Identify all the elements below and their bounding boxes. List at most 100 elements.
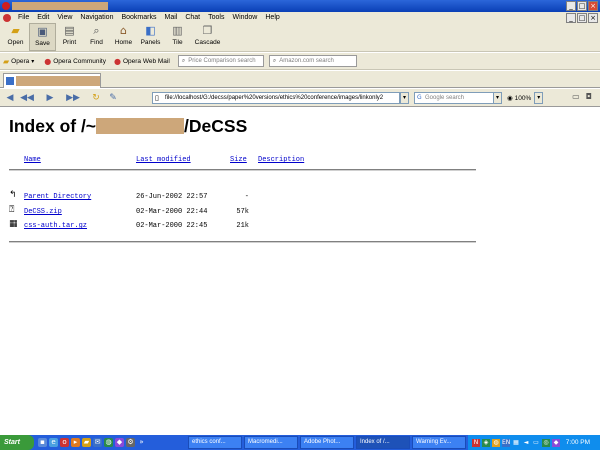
print-button[interactable]: ▤ Print <box>56 23 83 51</box>
open-button[interactable]: ▰ Open <box>2 23 29 51</box>
fast-forward-icon[interactable]: ▶▶ <box>66 91 80 105</box>
shield-icon[interactable]: ◈ <box>482 438 490 447</box>
monitor-icon[interactable]: ▭ <box>532 439 540 447</box>
camera-icon[interactable]: ◘ <box>586 92 592 101</box>
magnifier-icon: ⌕ <box>93 24 100 37</box>
page-icon <box>6 77 14 85</box>
menu-tools[interactable]: Tools <box>204 12 228 23</box>
display-mode-icon[interactable]: ▭ <box>572 92 580 101</box>
rewind-icon[interactable]: ◀◀ <box>20 91 34 105</box>
zoom-dropdown[interactable]: ▾ <box>534 92 544 104</box>
tile-icon: ▥ <box>172 24 183 37</box>
task-ethics-conf[interactable]: ethics conf... <box>188 436 242 449</box>
zoom-control[interactable]: ◉ 100% ▾ <box>507 92 544 104</box>
opera-webmail-link[interactable]: ● Opera Web Mail <box>114 57 170 66</box>
language-icon[interactable]: EN <box>502 438 510 447</box>
desktop-icon[interactable]: ▪ <box>38 438 47 447</box>
folder-open-icon: ▰ <box>11 24 20 37</box>
find-button[interactable]: ⌕ Find <box>83 23 110 51</box>
menu-edit[interactable]: Edit <box>33 12 53 23</box>
panels-button[interactable]: ◧ Panels <box>137 23 164 51</box>
personal-bar: ▰ Opera ▾ ● Opera Community ● Opera Web … <box>0 53 600 70</box>
unknown-file-icon[interactable]: ⍰ <box>9 205 19 216</box>
panels-icon: ◧ <box>145 24 156 37</box>
explorer-icon[interactable]: e <box>49 438 58 447</box>
file-link[interactable]: css-auth.tar.gz <box>24 222 87 230</box>
menu-window[interactable]: Window <box>228 12 261 23</box>
folder-icon[interactable]: ▰ <box>82 438 91 447</box>
home-button[interactable]: ⌂ Home <box>110 23 137 51</box>
search-engine-dropdown[interactable]: ▾ <box>493 92 502 104</box>
opera-icon[interactable]: o <box>60 438 69 447</box>
task-adobe-photoshop[interactable]: Adobe Phot... <box>300 436 354 449</box>
document-menu-icon[interactable] <box>3 13 11 22</box>
app-icon[interactable]: ◆ <box>115 438 124 447</box>
redacted-tab-title <box>16 76 100 86</box>
media-icon[interactable]: ▸ <box>71 438 80 447</box>
url-dropdown-button[interactable]: ▾ <box>400 92 409 104</box>
back-icon[interactable]: ◀ <box>3 91 17 105</box>
column-description-link[interactable]: Description <box>258 156 304 164</box>
opera-community-link[interactable]: ● Opera Community <box>44 57 106 66</box>
menu-bookmarks[interactable]: Bookmarks <box>117 12 160 23</box>
menu-chat[interactable]: Chat <box>181 12 204 23</box>
maximize-button[interactable]: □ <box>577 1 587 11</box>
back-arrow-icon[interactable]: ↰ <box>9 190 19 201</box>
cascade-icon: ❐ <box>202 24 213 37</box>
taskbar-clock: 7:00 PM <box>565 439 590 446</box>
menu-navigation[interactable]: Navigation <box>76 12 117 23</box>
url-input[interactable]: ▯ file://localhost/G:/decss/paper%20vers… <box>152 92 400 104</box>
cascade-button[interactable]: ❐ Cascade <box>191 23 224 51</box>
connection-icon[interactable]: ▦ <box>512 439 520 447</box>
menu-bar: File Edit View Navigation Bookmarks Mail… <box>0 12 600 23</box>
opera-bookmark[interactable]: ▰ Opera ▾ <box>3 57 36 66</box>
task-warning-event[interactable]: Warning Ev... <box>412 436 466 449</box>
archive-file-icon[interactable]: ▦ <box>9 219 19 230</box>
price-comparison-search[interactable]: ⌕ Price Comparison search <box>177 55 264 67</box>
task-index-of[interactable]: Index of /... <box>356 436 410 449</box>
tab-current-page[interactable] <box>3 73 101 88</box>
column-name-link[interactable]: Name <box>24 156 41 164</box>
page-title: Index of /~/DeCSS <box>9 116 248 136</box>
task-buttons: ethics conf... Macromedi... Adobe Phot..… <box>188 436 466 449</box>
save-button[interactable]: ▣ Save <box>29 23 56 51</box>
security-icon[interactable]: ◆ <box>552 438 560 447</box>
settings-icon[interactable]: ⚙ <box>126 438 135 447</box>
column-last-modified-link[interactable]: Last modified <box>136 156 191 164</box>
window-titlebar[interactable]: _ □ × <box>0 0 600 12</box>
volume-icon[interactable]: ◄ <box>522 439 530 447</box>
tile-button[interactable]: ▥ Tile <box>164 23 191 51</box>
amazon-search[interactable]: ⌕ Amazon.com search <box>268 55 357 67</box>
home-icon: ⌂ <box>120 24 127 37</box>
forward-icon[interactable]: ▶ <box>43 91 57 105</box>
wand-icon[interactable]: ✎ <box>106 91 120 105</box>
printer-icon: ▤ <box>64 24 75 37</box>
menu-mail[interactable]: Mail <box>160 12 181 23</box>
network-icon[interactable]: N <box>472 438 480 447</box>
google-icon: G <box>417 94 422 101</box>
menu-help[interactable]: Help <box>261 12 283 23</box>
opera-o-icon: ● <box>113 56 121 66</box>
menu-file[interactable]: File <box>14 12 33 23</box>
menu-view[interactable]: View <box>53 12 76 23</box>
doc-close-button[interactable]: × <box>588 13 598 23</box>
doc-minimize-button[interactable]: _ <box>566 13 576 23</box>
minimize-button[interactable]: _ <box>566 1 576 11</box>
close-button[interactable]: × <box>588 1 598 11</box>
mail-icon[interactable]: ✉ <box>93 438 102 447</box>
google-search-input[interactable]: G Google search <box>414 92 494 104</box>
globe-icon[interactable]: ◍ <box>104 438 113 447</box>
chevron-down-icon: ▾ <box>31 57 35 65</box>
page-content: Index of /~/DeCSS Name Last modified Siz… <box>0 108 600 435</box>
start-button[interactable]: Start <box>0 435 34 450</box>
task-macromedia[interactable]: Macromedi... <box>244 436 298 449</box>
file-link[interactable]: DeCSS.zip <box>24 208 62 216</box>
chevron-right-icon[interactable]: » <box>137 438 146 447</box>
column-size-link[interactable]: Size <box>230 156 247 164</box>
update-icon[interactable]: ◎ <box>542 438 550 447</box>
quick-launch: ▪ e o ▸ ▰ ✉ ◍ ◆ ⚙ » <box>38 438 146 447</box>
antivirus-icon[interactable]: ◍ <box>492 438 500 447</box>
file-link[interactable]: Parent Directory <box>24 193 91 201</box>
reload-icon[interactable]: ↻ <box>89 91 103 105</box>
doc-restore-button[interactable]: □ <box>577 13 587 23</box>
